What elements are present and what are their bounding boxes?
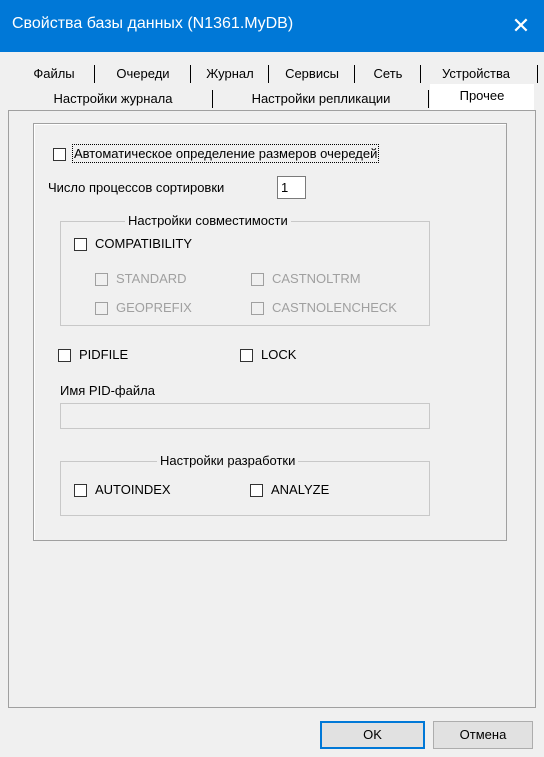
tab-journal-settings-label: Настройки журнала xyxy=(53,91,173,106)
tab-network-label: Сеть xyxy=(373,66,403,81)
dev-group-legend: Настройки разработки xyxy=(157,453,299,468)
pidfile-label: PIDFILE xyxy=(79,347,129,362)
tab-network[interactable]: Сеть xyxy=(356,63,421,85)
castnolencheck-checkbox[interactable] xyxy=(251,302,264,315)
compatibility-checkbox[interactable] xyxy=(74,238,87,251)
autoindex-checkbox[interactable] xyxy=(74,484,87,497)
auto-queue-size-label: Автоматическое определение размеров очер… xyxy=(71,144,380,163)
sort-processes-input[interactable] xyxy=(277,176,306,199)
tab-journal-settings[interactable]: Настройки журнала xyxy=(14,88,213,110)
tab-services[interactable]: Сервисы xyxy=(270,63,355,85)
standard-label: STANDARD xyxy=(116,271,187,286)
tab-services-label: Сервисы xyxy=(285,66,339,81)
auto-queue-size-checkbox[interactable] xyxy=(53,148,66,161)
tab-other-label: Прочее xyxy=(459,88,505,103)
ok-button[interactable]: OK xyxy=(320,721,425,749)
standard-checkbox[interactable] xyxy=(95,273,108,286)
castnoltrm-label: CASTNOLTRM xyxy=(272,271,361,286)
analyze-checkbox[interactable] xyxy=(250,484,263,497)
tab-replication-settings-label: Настройки репликации xyxy=(251,91,391,106)
analyze-label: ANALYZE xyxy=(271,482,330,497)
tab-queues-label: Очереди xyxy=(116,66,170,81)
tab-devices[interactable]: Устройства xyxy=(422,63,538,85)
tab-journal[interactable]: Журнал xyxy=(192,63,269,85)
geoprefix-checkbox[interactable] xyxy=(95,302,108,315)
autoindex-label: AUTOINDEX xyxy=(95,482,171,497)
tab-replication-settings[interactable]: Настройки репликации xyxy=(214,88,429,110)
lock-label: LOCK xyxy=(261,347,297,362)
tab-devices-label: Устройства xyxy=(441,66,510,81)
castnoltrm-checkbox[interactable] xyxy=(251,273,264,286)
sort-processes-label: Число процессов сортировки xyxy=(48,180,225,195)
tab-other[interactable]: Прочее xyxy=(430,84,534,112)
tab-files-label: Файлы xyxy=(33,66,75,81)
geoprefix-label: GEOPREFIX xyxy=(116,300,192,315)
tab-files[interactable]: Файлы xyxy=(14,63,95,85)
compat-group-legend: Настройки совместимости xyxy=(125,213,291,228)
window-title: Свойства базы данных (N1361.MyDB) xyxy=(12,15,294,32)
database-properties-dialog: Свойства базы данных (N1361.MyDB) ✕ Файл… xyxy=(0,0,544,757)
cancel-button[interactable]: Отмена xyxy=(433,721,533,749)
tab-queues[interactable]: Очереди xyxy=(96,63,191,85)
title-bar: Свойства базы данных (N1361.MyDB) ✕ xyxy=(0,0,544,52)
pid-name-label: Имя PID-файла xyxy=(60,383,155,398)
pidfile-checkbox[interactable] xyxy=(58,349,71,362)
tab-journal-label: Журнал xyxy=(206,66,254,81)
castnolencheck-label: CASTNOLENCHECK xyxy=(272,300,397,315)
lock-checkbox[interactable] xyxy=(240,349,253,362)
pid-name-input[interactable] xyxy=(60,403,430,429)
compatibility-label: COMPATIBILITY xyxy=(95,236,193,251)
close-icon[interactable]: ✕ xyxy=(498,0,544,52)
